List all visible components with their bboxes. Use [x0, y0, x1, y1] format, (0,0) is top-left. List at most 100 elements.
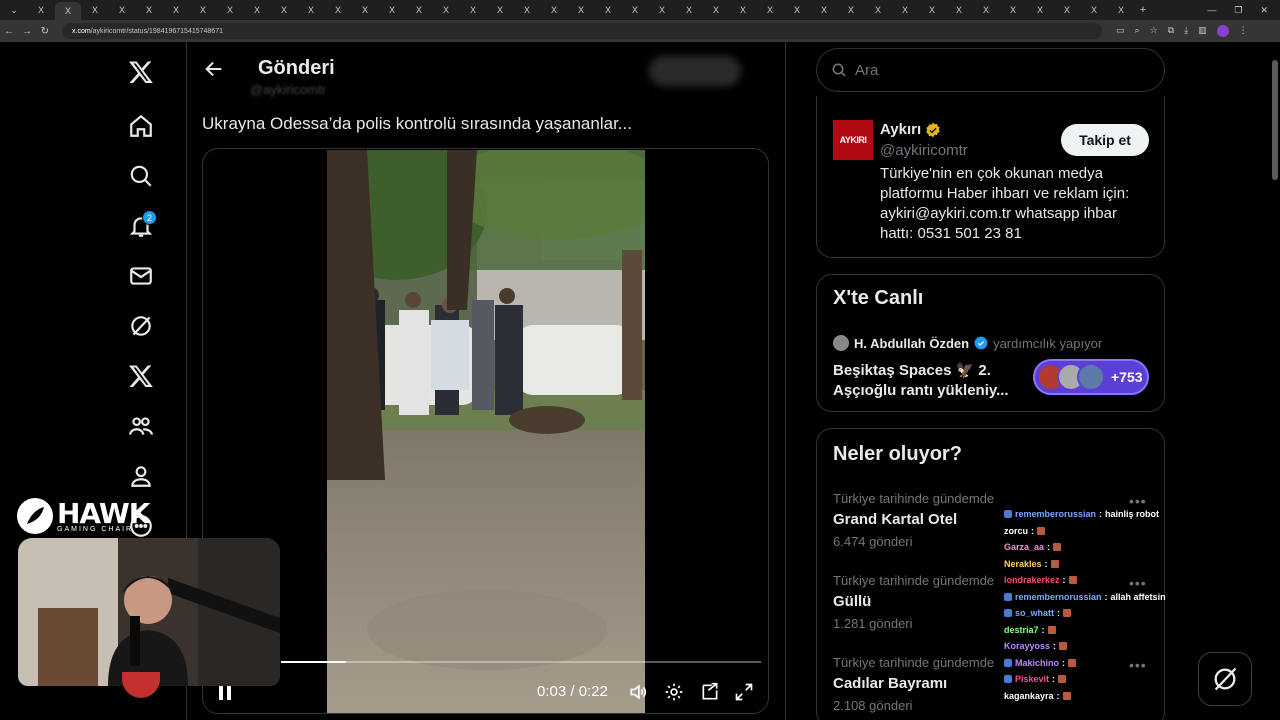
extensions-icon[interactable]: ⧉	[1168, 25, 1174, 37]
tab-list-button[interactable]: ⌄	[1, 2, 27, 18]
close-icon[interactable]: ✕	[1260, 5, 1268, 16]
stream-chat-overlay: rememberorussian: hainliş robot zorcu: Garz…	[1004, 506, 1184, 704]
follow-button[interactable]: Takip et	[1061, 124, 1149, 156]
profile-icon[interactable]	[116, 456, 166, 496]
browser-tab-active[interactable]: X	[55, 2, 81, 20]
browser-tab[interactable]: X	[1027, 2, 1053, 18]
grok-icon[interactable]	[116, 306, 166, 346]
browser-tab[interactable]: X	[811, 2, 837, 18]
chat-username: so_whatt	[1015, 608, 1055, 618]
cast-icon[interactable]: ▭	[1116, 25, 1125, 37]
browser-tab[interactable]: X	[271, 2, 297, 18]
browser-tab[interactable]: X	[919, 2, 945, 18]
browser-tab[interactable]: X	[82, 2, 108, 18]
browser-tab[interactable]: X	[298, 2, 324, 18]
browser-tab[interactable]: X	[892, 2, 918, 18]
tab-label: X	[172, 5, 179, 15]
profile-handle[interactable]: @aykiricomtr	[880, 142, 968, 159]
notifications-bell-icon[interactable]: 2	[116, 206, 166, 246]
profile-name-row[interactable]: Aykırı	[880, 121, 941, 138]
forward-icon[interactable]: →	[18, 26, 36, 37]
profile-avatar-icon[interactable]	[1216, 25, 1229, 37]
browser-tab[interactable]: X	[865, 2, 891, 18]
live-host-row[interactable]: H. Abdullah Özden yardımcılık yapıyor	[833, 335, 1102, 351]
trend-item[interactable]: Türkiye tarihinde gündemde Cadılar Bayra…	[833, 655, 994, 713]
search-bar[interactable]	[816, 48, 1165, 92]
browser-tab[interactable]: X	[217, 2, 243, 18]
chat-message: Korayyoss:	[1004, 638, 1184, 655]
fullscreen-icon[interactable]	[733, 679, 755, 705]
browser-tab[interactable]: X	[946, 2, 972, 18]
browser-tab[interactable]: X	[676, 2, 702, 18]
video-progress-bar[interactable]	[281, 661, 761, 663]
new-tab-button[interactable]: +	[1134, 4, 1152, 16]
communities-icon[interactable]	[116, 406, 166, 446]
search-icon[interactable]	[116, 156, 166, 196]
browser-tab[interactable]: X	[622, 2, 648, 18]
picture-in-picture-icon[interactable]	[699, 679, 721, 705]
chat-message: zorcu:	[1004, 523, 1184, 540]
trend-item[interactable]: Türkiye tarihinde gündemde Grand Kartal …	[833, 491, 994, 549]
tab-label: X	[1009, 5, 1016, 15]
menu-icon[interactable]: ⋮	[1239, 25, 1248, 37]
home-icon[interactable]	[116, 106, 166, 146]
back-arrow-icon[interactable]	[203, 58, 225, 80]
restore-icon[interactable]: ❐	[1234, 5, 1242, 16]
browser-tab[interactable]: X	[460, 2, 486, 18]
browser-tab[interactable]: X	[1054, 2, 1080, 18]
bookmark-star-icon[interactable]: ☆	[1150, 25, 1158, 37]
browser-tab[interactable]: X	[28, 2, 54, 18]
browser-tab[interactable]: X	[379, 2, 405, 18]
tab-label: X	[442, 5, 449, 15]
browser-tab[interactable]: X	[595, 2, 621, 18]
messages-envelope-icon[interactable]	[116, 256, 166, 296]
browser-tab[interactable]: X	[352, 2, 378, 18]
browser-tab[interactable]: X	[838, 2, 864, 18]
url-field[interactable]: x.com/aykiricomtr/status/198419671541574…	[62, 23, 1102, 39]
browser-tab[interactable]: X	[163, 2, 189, 18]
scrollbar-thumb[interactable]	[1272, 60, 1278, 180]
browser-tab[interactable]: X	[325, 2, 351, 18]
host-status: yardımcılık yapıyor	[993, 335, 1103, 351]
browser-tab[interactable]: X	[433, 2, 459, 18]
browser-tab[interactable]: X	[973, 2, 999, 18]
sidebar-icon[interactable]: ▥	[1198, 25, 1207, 37]
space-title[interactable]: Beşiktaş Spaces 🦅 2. Aşçıoğlu rantı yükl…	[833, 361, 1023, 401]
browser-tab[interactable]: X	[406, 2, 432, 18]
reload-icon[interactable]: ↻	[36, 26, 54, 37]
premium-x-icon[interactable]	[116, 356, 166, 396]
browser-tab[interactable]: X	[784, 2, 810, 18]
video-player[interactable]: 0:03 / 0:22	[202, 148, 769, 714]
volume-icon[interactable]	[627, 679, 649, 705]
video-time: 0:03 / 0:22	[537, 683, 608, 700]
browser-tab[interactable]: X	[541, 2, 567, 18]
space-listeners-pill[interactable]: +753	[1033, 359, 1149, 395]
grok-floating-button[interactable]	[1198, 652, 1252, 706]
header-blurred-button[interactable]	[649, 56, 741, 86]
browser-tab[interactable]: X	[136, 2, 162, 18]
minimize-icon[interactable]: —	[1207, 5, 1216, 16]
browser-tab[interactable]: X	[1000, 2, 1026, 18]
browser-tab[interactable]: X	[514, 2, 540, 18]
x-logo-icon[interactable]	[116, 52, 166, 92]
browser-tab[interactable]: X	[649, 2, 675, 18]
browser-tab[interactable]: X	[703, 2, 729, 18]
browser-tab[interactable]: X	[244, 2, 270, 18]
zoom-icon[interactable]: ⌕	[1135, 25, 1140, 37]
profile-avatar[interactable]: AYKIRI	[833, 120, 873, 160]
browser-tab[interactable]: X	[109, 2, 135, 18]
browser-tab[interactable]: X	[1108, 2, 1134, 18]
download-icon[interactable]: ⤓	[1184, 25, 1188, 37]
back-icon[interactable]: ←	[0, 26, 18, 37]
browser-tab[interactable]: X	[757, 2, 783, 18]
settings-gear-icon[interactable]	[663, 679, 685, 705]
browser-tab[interactable]: X	[730, 2, 756, 18]
tab-label: X	[496, 5, 503, 15]
browser-tab[interactable]: X	[190, 2, 216, 18]
tab-label: X	[415, 5, 422, 15]
browser-tab[interactable]: X	[568, 2, 594, 18]
browser-tab[interactable]: X	[1081, 2, 1107, 18]
browser-tab[interactable]: X	[487, 2, 513, 18]
search-input[interactable]	[855, 61, 1135, 79]
trend-item[interactable]: Türkiye tarihinde gündemde Güllü 1.281 g…	[833, 573, 994, 631]
